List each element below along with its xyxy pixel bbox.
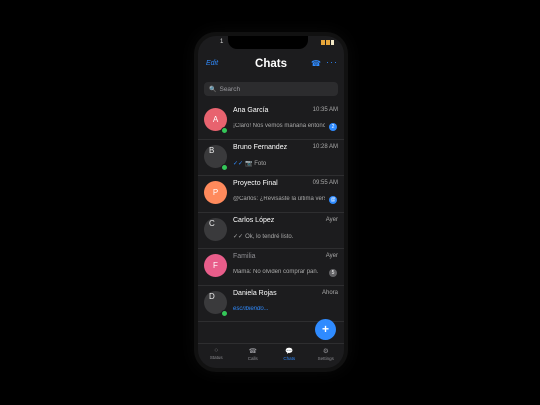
avatar: F — [204, 254, 227, 277]
chat-name: Bruno Fernandez — [233, 143, 288, 151]
page-title: Chats — [255, 58, 287, 70]
chat-preview-text: Ok, lo tendré listo. — [245, 233, 294, 240]
chat-preview: ¡Claro! Nos vemos mañana entonces — [233, 123, 325, 129]
new-call-icon[interactable]: ☎ — [311, 59, 321, 68]
chat-row[interactable]: P Proyecto Final 09:55 AM @Carlos: ¿Revisas… — [198, 176, 344, 213]
tab-chats[interactable]: 💬 Chats — [271, 344, 308, 368]
chat-time: 09:55 AM — [312, 180, 338, 186]
tab-calls[interactable]: ☎ Calls — [235, 344, 272, 368]
chat-list: A Ana García 10:35 AM ¡Claro! Nos vemos mañ… — [198, 103, 344, 322]
settings-icon: ⚙ — [322, 348, 329, 355]
chat-preview: ✓✓ 📷 Foto — [233, 160, 325, 167]
tab-bar: ○ Status ☎ Calls 💬 Chats ⚙ Settings — [198, 343, 344, 368]
tab-label: Status — [209, 355, 223, 360]
chat-row[interactable]: B Bruno Fernandez 10:28 AM ✓✓ 📷 Foto — [198, 140, 344, 176]
signal-icon — [321, 40, 325, 45]
chat-time: Ayer — [325, 216, 338, 223]
chat-preview-text: ¡Claro! Nos vemos mañana entonces — [233, 123, 325, 129]
status-icon: ○ — [214, 347, 219, 354]
chat-time: Ahora — [321, 289, 338, 296]
chat-preview-text: 📷 Foto — [245, 160, 267, 167]
chat-preview-text: Mamá: No olviden comprar pan. — [233, 269, 319, 275]
online-indicator — [221, 127, 228, 134]
chat-time: 10:28 AM — [312, 143, 338, 150]
header: Edit Chats ☎ ··· — [198, 56, 344, 76]
chat-name: Carlos López — [233, 216, 275, 224]
chat-preview-text: escribiendo... — [233, 305, 269, 312]
chat-row[interactable]: D Daniela Rojas Ahora escribiendo... — [198, 286, 344, 322]
avatar-initial: D — [209, 291, 215, 301]
unread-badge: @ — [329, 196, 337, 204]
chat-preview: @Carlos: ¿Revisaste la última versión? — [233, 196, 325, 202]
chat-row[interactable]: F Familia Ayer Mamá: No olviden comprar pan… — [198, 249, 344, 286]
avatar: P — [204, 181, 227, 204]
tab-label: Settings — [317, 356, 334, 361]
chat-preview: Mamá: No olviden comprar pan. — [233, 269, 325, 275]
chat-row[interactable]: C Carlos López Ayer ✓✓ Ok, lo tendré listo. — [198, 213, 344, 249]
chat-name: Daniela Rojas — [233, 289, 277, 297]
avatar-initial: C — [209, 218, 215, 228]
avatar: C — [204, 217, 227, 241]
status-time: 1 — [220, 39, 224, 45]
tab-status[interactable]: ○ Status — [198, 344, 235, 368]
new-chat-button[interactable]: + — [315, 319, 336, 340]
chat-name: Familia — [233, 253, 256, 260]
avatar-initial: B — [209, 145, 215, 155]
search-placeholder: Search — [219, 85, 241, 93]
chat-time: Ayer — [325, 253, 338, 259]
battery-icon — [331, 40, 334, 45]
screen: 1 Edit Chats ☎ ··· 🔍 Search A Ana García 1… — [198, 36, 344, 368]
more-icon[interactable]: ··· — [326, 57, 338, 67]
notch — [228, 36, 308, 49]
calls-icon: ☎ — [248, 348, 257, 355]
chat-preview: escribiendo... — [233, 306, 325, 312]
read-receipt-icon: ✓✓ — [233, 160, 244, 167]
search-icon: 🔍 — [209, 86, 217, 93]
chat-time: 10:35 AM — [312, 107, 338, 113]
chat-preview: ✓✓ Ok, lo tendré listo. — [233, 233, 325, 240]
phone-frame: 1 Edit Chats ☎ ··· 🔍 Search A Ana García 1… — [194, 32, 348, 372]
chat-name: Ana García — [233, 107, 269, 114]
online-indicator — [221, 163, 228, 171]
tab-settings[interactable]: ⚙ Settings — [308, 344, 345, 368]
online-indicator — [221, 309, 228, 317]
tab-label: Chats — [283, 356, 296, 361]
read-receipt-icon: ✓✓ — [233, 233, 244, 240]
wifi-icon — [326, 40, 330, 45]
chat-row[interactable]: A Ana García 10:35 AM ¡Claro! Nos vemos mañ… — [198, 103, 344, 140]
chats-icon: 💬 — [285, 348, 294, 355]
unread-badge: 5 — [329, 269, 337, 277]
chat-name: Proyecto Final — [233, 180, 278, 187]
status-icons — [321, 40, 334, 45]
chat-preview-text: @Carlos: ¿Revisaste la última versión? — [233, 196, 325, 202]
search-input[interactable]: 🔍 Search — [204, 82, 338, 96]
tab-label: Calls — [247, 356, 258, 361]
unread-badge: 2 — [329, 123, 337, 131]
